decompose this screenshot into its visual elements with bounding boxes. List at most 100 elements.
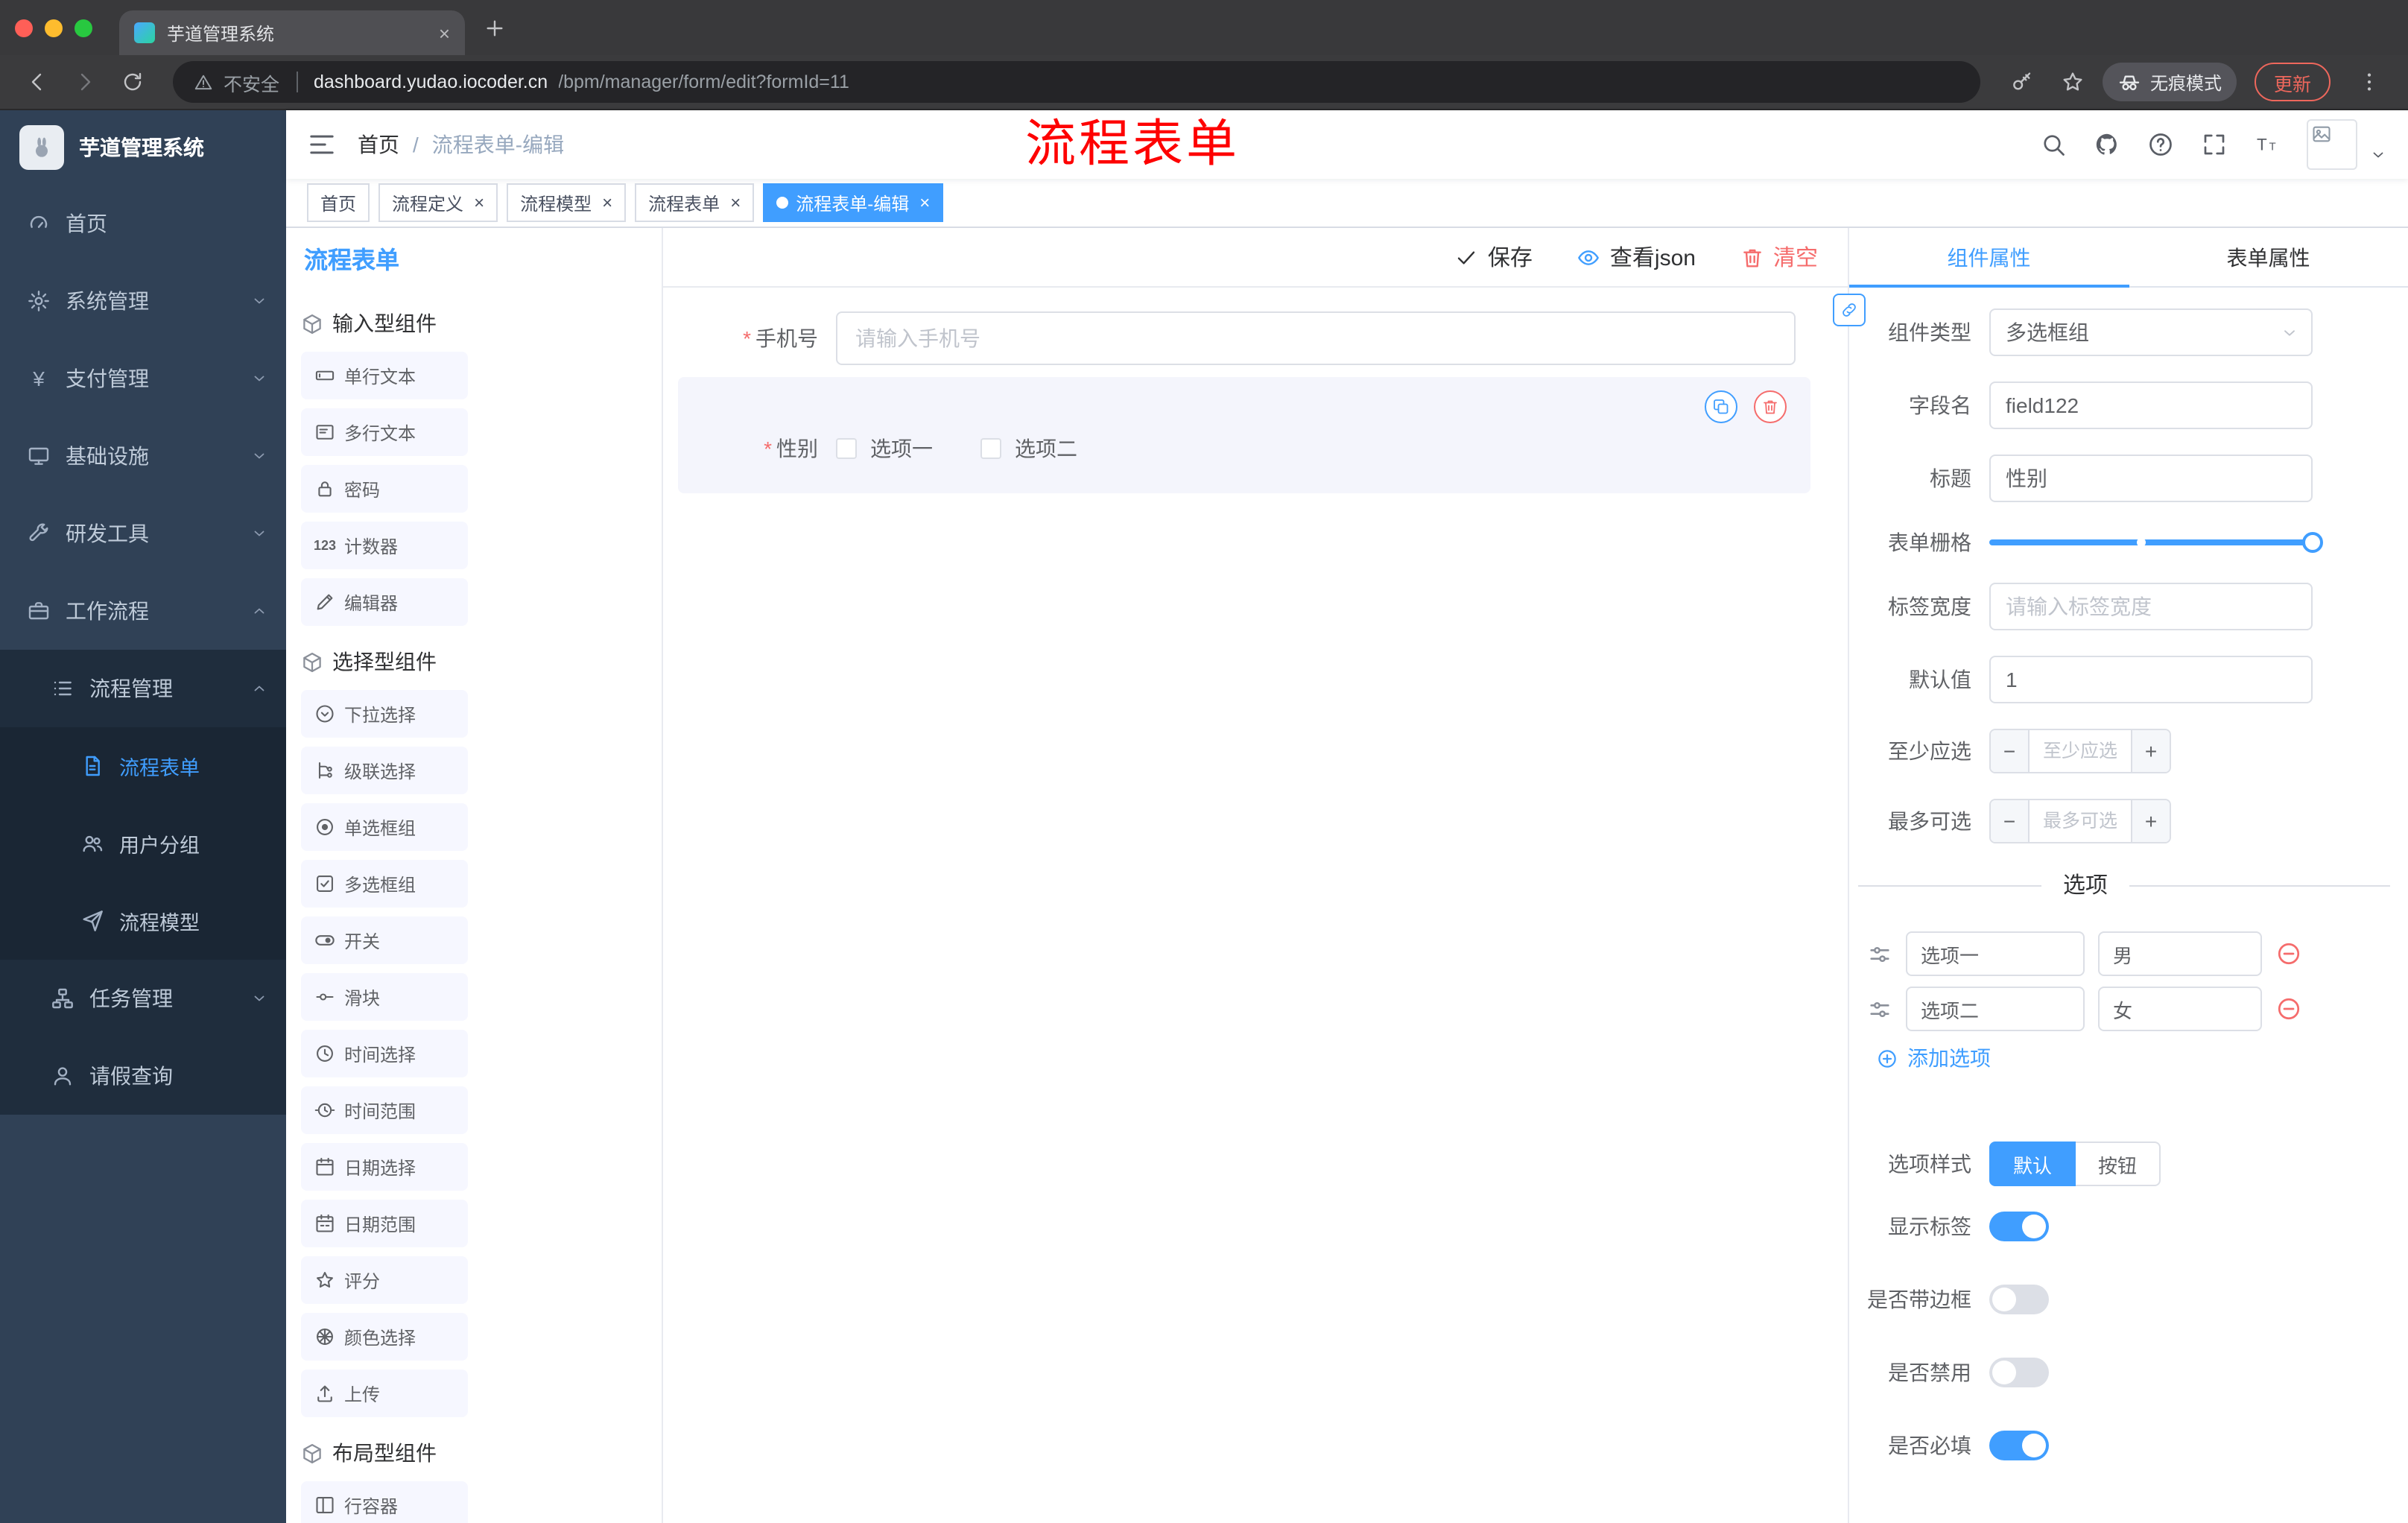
tab-form-props[interactable]: 表单属性 [2129, 228, 2408, 286]
component-select[interactable]: 下拉选择 [301, 690, 468, 738]
bookmark-star-button[interactable] [2052, 61, 2094, 103]
link-toggle-button[interactable] [1833, 294, 1866, 326]
search-button[interactable] [2030, 121, 2077, 168]
option-label-input[interactable] [1906, 987, 2085, 1031]
canvas-field-gender[interactable]: 性别 选项一 选项二 [678, 377, 1810, 493]
option-value-input[interactable] [2098, 931, 2262, 976]
update-browser-button[interactable]: 更新 [2254, 63, 2331, 101]
user-avatar[interactable] [2307, 119, 2357, 170]
github-button[interactable] [2083, 121, 2131, 168]
sidebar-item-infrastructure[interactable]: 基础设施 [0, 417, 286, 495]
max-increase-button[interactable]: + [2131, 800, 2170, 842]
component-counter[interactable]: 123 计数器 [301, 522, 468, 569]
sidebar-item-process-form[interactable]: 流程表单 [0, 727, 286, 805]
default-value-input[interactable] [1989, 656, 2313, 703]
copy-field-button[interactable] [1705, 390, 1737, 423]
minimize-window-button[interactable] [45, 19, 63, 37]
close-window-button[interactable] [15, 19, 33, 37]
sidebar-item-payment-management[interactable]: ¥ 支付管理 [0, 340, 286, 417]
tag-process-form-edit[interactable]: 流程表单-编辑 × [763, 183, 944, 222]
with-border-switch[interactable] [1989, 1285, 2049, 1314]
add-option-button[interactable]: 添加选项 [1876, 1043, 2313, 1073]
form-grid-slider[interactable] [1989, 532, 2323, 553]
component-date-range[interactable]: 日期范围 [301, 1200, 468, 1247]
component-radio-group[interactable]: 单选框组 [301, 803, 468, 851]
min-count-input[interactable] [2030, 730, 2131, 772]
sidebar-toggle-button[interactable] [307, 130, 337, 159]
component-time-picker[interactable]: 时间选择 [301, 1030, 468, 1077]
tab-close-icon[interactable]: × [439, 22, 450, 44]
font-size-button[interactable]: TT [2244, 121, 2292, 168]
tag-close-icon[interactable]: × [919, 194, 930, 212]
component-row-container[interactable]: 行容器 [301, 1481, 468, 1523]
tag-close-icon[interactable]: × [474, 194, 484, 212]
sidebar-item-user-group[interactable]: 用户分组 [0, 805, 286, 882]
min-increase-button[interactable]: + [2131, 730, 2170, 772]
style-default-button[interactable]: 默认 [1989, 1142, 2076, 1186]
disabled-switch[interactable] [1989, 1358, 2049, 1387]
component-rate[interactable]: 评分 [301, 1256, 468, 1304]
field-name-input[interactable] [1989, 381, 2313, 429]
browser-menu-button[interactable] [2348, 61, 2390, 103]
component-color-picker[interactable]: 颜色选择 [301, 1313, 468, 1361]
sidebar-item-process-model[interactable]: 流程模型 [0, 882, 286, 960]
app-logo[interactable]: 芋道管理系统 [0, 110, 286, 185]
component-cascader[interactable]: 级联选择 [301, 747, 468, 794]
canvas-field-phone[interactable]: 手机号 [678, 308, 1810, 368]
component-upload[interactable]: 上传 [301, 1370, 468, 1417]
remove-option-icon[interactable] [2275, 940, 2302, 967]
label-width-input[interactable] [1989, 583, 2313, 630]
sidebar-item-leave-query[interactable]: 请假查询 [0, 1037, 286, 1115]
sidebar-item-process-management[interactable]: 流程管理 [0, 650, 286, 727]
required-switch[interactable] [1989, 1431, 2049, 1460]
sidebar-item-task-management[interactable]: 任务管理 [0, 960, 286, 1037]
zoom-window-button[interactable] [75, 19, 92, 37]
tag-process-form[interactable]: 流程表单 × [635, 183, 755, 222]
password-key-button[interactable] [2001, 61, 2043, 103]
component-single-line-text[interactable]: 单行文本 [301, 352, 468, 399]
title-input[interactable] [1989, 455, 2313, 502]
component-multi-line-text[interactable]: 多行文本 [301, 408, 468, 456]
view-json-button[interactable]: 查看json [1577, 241, 1696, 273]
min-decrease-button[interactable]: − [1991, 730, 2030, 772]
sidebar-item-home[interactable]: 首页 [0, 185, 286, 262]
forward-button[interactable] [66, 63, 104, 101]
avatar-dropdown-caret[interactable] [2369, 146, 2387, 164]
phone-input[interactable] [836, 311, 1796, 365]
delete-field-button[interactable] [1754, 390, 1787, 423]
option-value-input[interactable] [2098, 987, 2262, 1031]
show-label-switch[interactable] [1989, 1212, 2049, 1241]
tag-process-definition[interactable]: 流程定义 × [378, 183, 498, 222]
sidebar-item-dev-tools[interactable]: 研发工具 [0, 495, 286, 572]
tag-close-icon[interactable]: × [730, 194, 741, 212]
remove-option-icon[interactable] [2275, 995, 2302, 1022]
component-date-picker[interactable]: 日期选择 [301, 1143, 468, 1191]
component-time-range[interactable]: 时间范围 [301, 1086, 468, 1134]
tag-process-model[interactable]: 流程模型 × [507, 183, 627, 222]
component-password[interactable]: 密码 [301, 465, 468, 513]
help-button[interactable] [2137, 121, 2184, 168]
component-switch[interactable]: 开关 [301, 916, 468, 964]
form-canvas[interactable]: 手机号 性别 选项一 选项二 [663, 288, 1848, 1523]
reload-button[interactable] [113, 63, 152, 101]
back-button[interactable] [18, 63, 57, 101]
max-count-input[interactable] [2030, 800, 2131, 842]
address-bar[interactable]: 不安全 dashboard.yudao.iocoder.cn/bpm/manag… [173, 61, 1980, 103]
save-button[interactable]: 保存 [1455, 241, 1533, 273]
style-button-button[interactable]: 按钮 [2076, 1142, 2161, 1186]
max-decrease-button[interactable]: − [1991, 800, 2030, 842]
tag-close-icon[interactable]: × [602, 194, 612, 212]
fullscreen-button[interactable] [2190, 121, 2238, 168]
security-label[interactable]: 不安全 [224, 68, 279, 96]
browser-tab[interactable]: 芋道管理系统 × [119, 10, 465, 55]
component-slider[interactable]: 滑块 [301, 973, 468, 1021]
component-type-select[interactable]: 多选框组 [1989, 308, 2313, 356]
component-checkbox-group[interactable]: 多选框组 [301, 860, 468, 908]
option-label-input[interactable] [1906, 931, 2085, 976]
new-tab-button[interactable] [483, 16, 507, 39]
gender-option-2-checkbox[interactable]: 选项二 [980, 434, 1077, 463]
drag-handle-icon[interactable] [1867, 996, 1892, 1022]
slider-handle[interactable] [2302, 532, 2323, 553]
gender-option-1-checkbox[interactable]: 选项一 [836, 434, 933, 463]
sidebar-item-system-management[interactable]: 系统管理 [0, 262, 286, 340]
